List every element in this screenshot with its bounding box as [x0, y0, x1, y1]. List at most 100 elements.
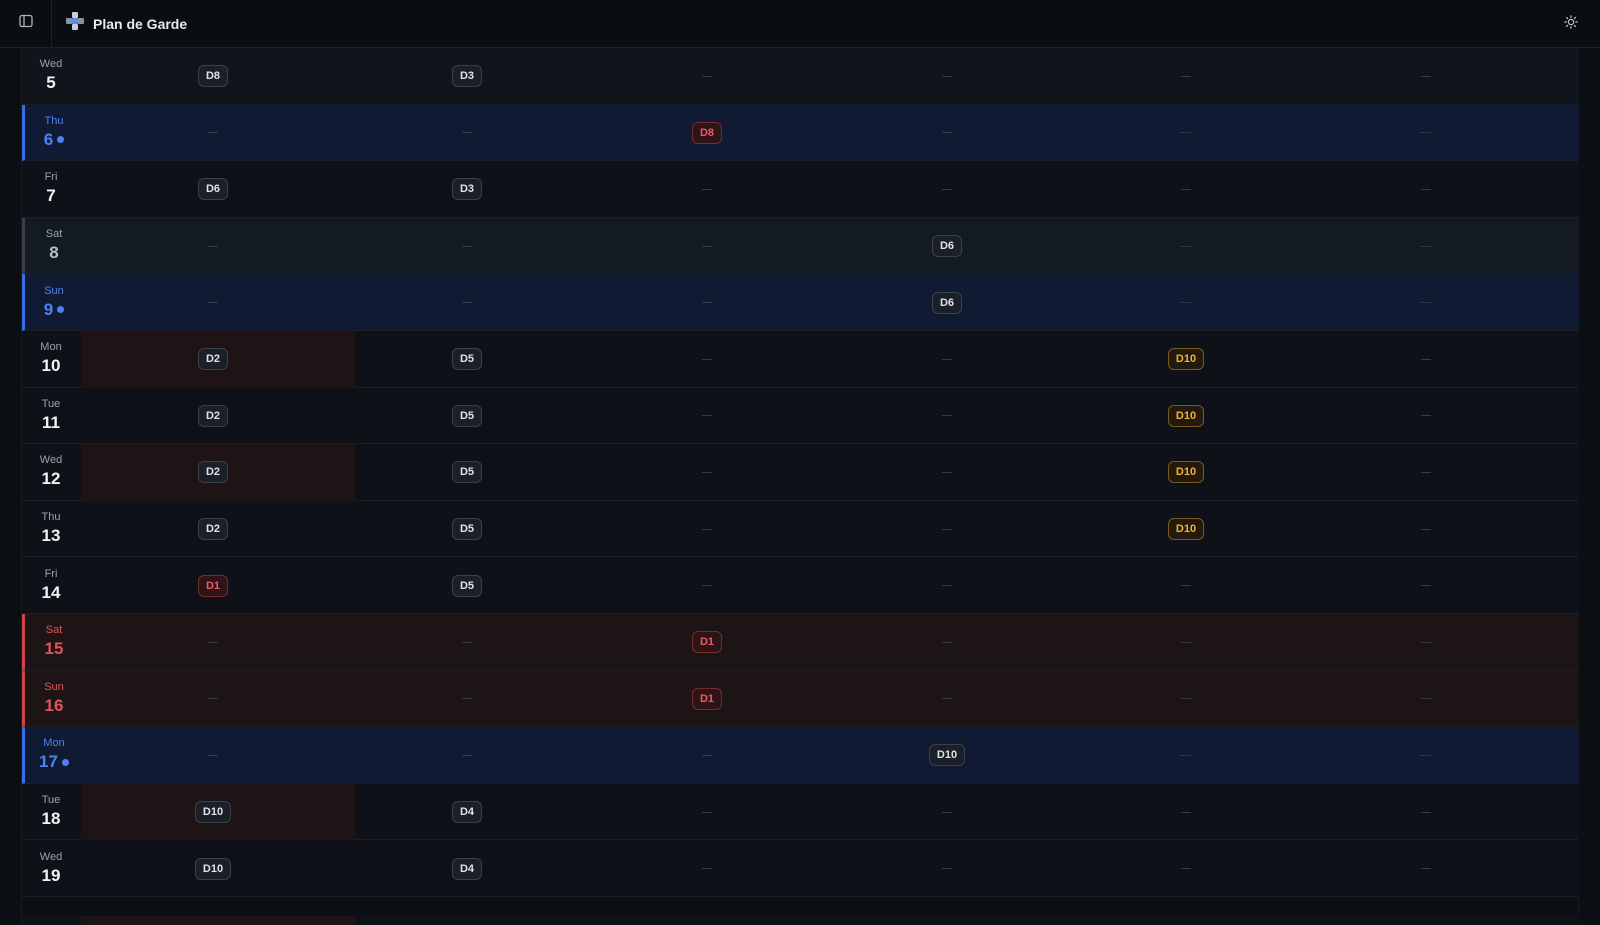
schedule-cell[interactable]: D6: [887, 218, 1007, 275]
schedule-cell[interactable]: D8: [153, 48, 273, 105]
schedule-cell[interactable]: [1126, 274, 1246, 331]
doctor-badge[interactable]: D5: [451, 461, 483, 484]
schedule-cell[interactable]: [407, 105, 527, 162]
schedule-cell[interactable]: [647, 388, 767, 445]
doctor-badge[interactable]: D8: [197, 65, 229, 88]
sidebar-toggle-button[interactable]: [0, 0, 52, 48]
doctor-badge[interactable]: D6: [197, 178, 229, 201]
schedule-cell[interactable]: [153, 727, 273, 784]
schedule-cell[interactable]: [887, 105, 1007, 162]
schedule-cell[interactable]: [887, 614, 1007, 671]
schedule-cell[interactable]: [887, 48, 1007, 105]
schedule-cell[interactable]: D8: [647, 105, 767, 162]
doctor-badge[interactable]: D3: [451, 178, 483, 201]
schedule-cell[interactable]: D6: [153, 161, 273, 218]
schedule-cell[interactable]: [1366, 161, 1486, 218]
schedule-cell[interactable]: [647, 274, 767, 331]
schedule-cell[interactable]: D5: [407, 557, 527, 614]
schedule-cell[interactable]: D10: [1126, 331, 1246, 388]
schedule-cell[interactable]: [153, 274, 273, 331]
doctor-badge[interactable]: D5: [451, 404, 483, 427]
schedule-cell[interactable]: [407, 274, 527, 331]
schedule-cell[interactable]: D2: [153, 444, 273, 501]
doctor-badge[interactable]: D1: [691, 687, 723, 710]
schedule-cell[interactable]: D10: [887, 727, 1007, 784]
schedule-cell[interactable]: D10: [1126, 388, 1246, 445]
schedule-cell[interactable]: [153, 218, 273, 275]
schedule-cell[interactable]: [887, 671, 1007, 728]
schedule-cell[interactable]: [1126, 161, 1246, 218]
doctor-badge[interactable]: D10: [1167, 461, 1205, 484]
schedule-cell[interactable]: [1126, 105, 1246, 162]
doctor-badge[interactable]: D10: [194, 801, 232, 824]
schedule-cell[interactable]: [647, 501, 767, 558]
schedule-cell[interactable]: [887, 444, 1007, 501]
schedule-cell[interactable]: D3: [407, 48, 527, 105]
schedule-cell[interactable]: [1126, 218, 1246, 275]
schedule-cell[interactable]: [887, 784, 1007, 841]
schedule-cell[interactable]: [1366, 557, 1486, 614]
schedule-cell[interactable]: D10: [1126, 444, 1246, 501]
schedule-cell[interactable]: D10: [1126, 501, 1246, 558]
schedule-cell[interactable]: [887, 331, 1007, 388]
schedule-cell[interactable]: [647, 784, 767, 841]
doctor-badge[interactable]: D2: [197, 518, 229, 541]
schedule-cell[interactable]: [1126, 671, 1246, 728]
doctor-badge[interactable]: D1: [691, 631, 723, 654]
schedule-cell[interactable]: [1366, 614, 1486, 671]
schedule-cell[interactable]: [647, 161, 767, 218]
schedule-cell[interactable]: [647, 557, 767, 614]
doctor-badge[interactable]: D10: [194, 857, 232, 880]
schedule-cell[interactable]: [647, 218, 767, 275]
schedule-cell[interactable]: [1366, 840, 1486, 897]
schedule-cell[interactable]: D1: [647, 671, 767, 728]
schedule-cell[interactable]: [1126, 840, 1246, 897]
schedule-cell[interactable]: [1366, 727, 1486, 784]
schedule-cell[interactable]: [647, 840, 767, 897]
schedule-cell[interactable]: D2: [153, 331, 273, 388]
schedule-cell[interactable]: [647, 444, 767, 501]
doctor-badge[interactable]: D6: [931, 235, 963, 258]
schedule-cell[interactable]: D10: [153, 784, 273, 841]
doctor-badge[interactable]: D2: [197, 348, 229, 371]
theme-toggle-button[interactable]: [1560, 13, 1582, 35]
doctor-badge[interactable]: D4: [451, 857, 483, 880]
doctor-badge[interactable]: D3: [451, 65, 483, 88]
doctor-badge[interactable]: D2: [197, 461, 229, 484]
schedule-cell[interactable]: [1366, 501, 1486, 558]
schedule-cell[interactable]: [647, 48, 767, 105]
doctor-badge[interactable]: D5: [451, 348, 483, 371]
doctor-badge[interactable]: D6: [931, 291, 963, 314]
schedule-cell[interactable]: D2: [153, 501, 273, 558]
schedule-cell[interactable]: D3: [407, 161, 527, 218]
doctor-badge[interactable]: D10: [928, 744, 966, 767]
schedule-cell[interactable]: [407, 218, 527, 275]
schedule-cell[interactable]: [1366, 671, 1486, 728]
brand[interactable]: Plan de Garde: [65, 11, 187, 36]
schedule-cell[interactable]: [887, 388, 1007, 445]
schedule-cell[interactable]: D2: [153, 388, 273, 445]
schedule-cell[interactable]: [887, 161, 1007, 218]
schedule-cell[interactable]: [1366, 274, 1486, 331]
doctor-badge[interactable]: D10: [1167, 348, 1205, 371]
doctor-badge[interactable]: D5: [451, 518, 483, 541]
schedule-cell[interactable]: [647, 331, 767, 388]
schedule-cell[interactable]: [1366, 331, 1486, 388]
schedule-cell[interactable]: [153, 671, 273, 728]
schedule-cell[interactable]: [1366, 218, 1486, 275]
doctor-badge[interactable]: D10: [1167, 404, 1205, 427]
schedule-cell[interactable]: [153, 614, 273, 671]
schedule-cell[interactable]: D6: [887, 274, 1007, 331]
doctor-badge[interactable]: D1: [197, 574, 229, 597]
doctor-badge[interactable]: D5: [451, 574, 483, 597]
schedule-cell[interactable]: [1366, 388, 1486, 445]
schedule-cell[interactable]: [407, 671, 527, 728]
schedule-cell[interactable]: [887, 557, 1007, 614]
schedule-cell[interactable]: [407, 727, 527, 784]
schedule-cell[interactable]: [1366, 48, 1486, 105]
schedule-cell[interactable]: [647, 727, 767, 784]
schedule-cell[interactable]: [887, 501, 1007, 558]
schedule-cell[interactable]: [1126, 614, 1246, 671]
schedule-cell[interactable]: [1126, 727, 1246, 784]
schedule-cell[interactable]: D4: [407, 840, 527, 897]
